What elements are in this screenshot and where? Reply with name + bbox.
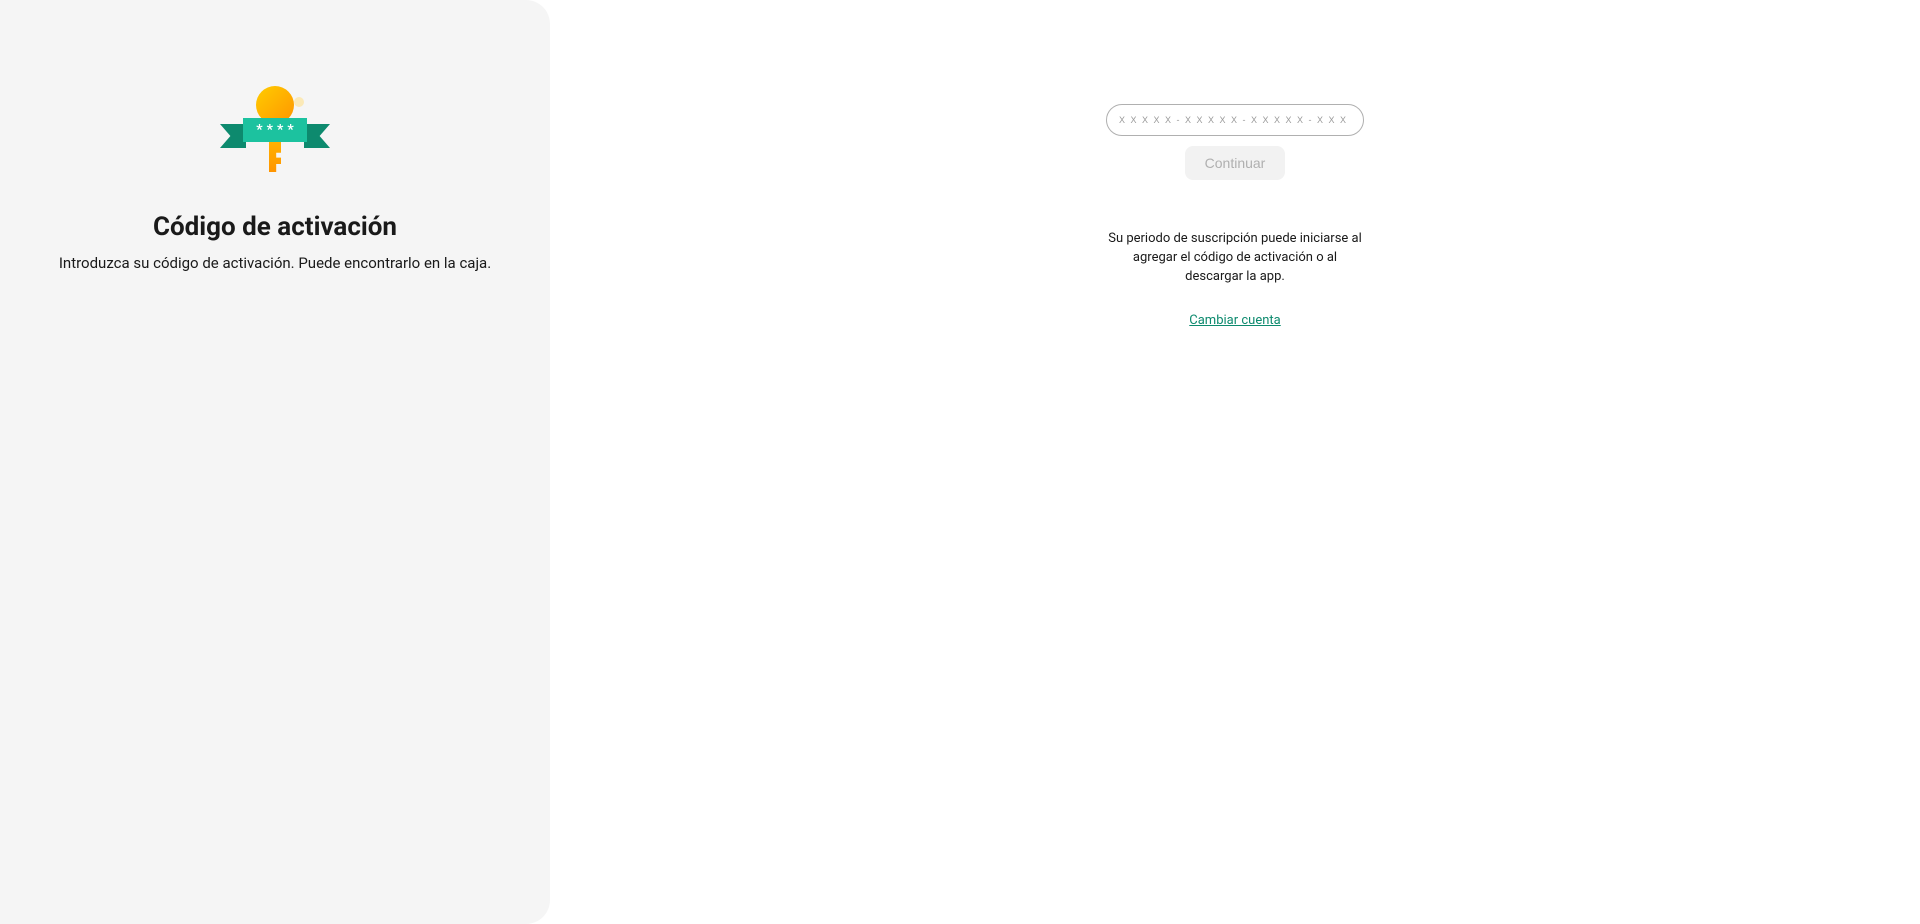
page-subtitle: Introduzca su código de activación. Pued… [59, 254, 491, 272]
page-title: Código de activación [153, 212, 397, 242]
asterisk-icon: * [256, 123, 262, 137]
key-hole-icon [294, 97, 304, 107]
ribbon-front-icon: * * * * [243, 118, 307, 142]
key-stem-icon [269, 140, 281, 172]
change-account-link[interactable]: Cambiar cuenta [1189, 313, 1280, 328]
ribbon-right-icon [304, 124, 330, 148]
asterisk-icon: * [267, 123, 273, 137]
subscription-info-text: Su periodo de suscripción puede iniciars… [1105, 230, 1365, 287]
asterisk-icon: * [277, 123, 283, 137]
info-panel: * * * * Código de activación Introduzca … [0, 0, 550, 924]
continue-button[interactable]: Continuar [1185, 146, 1285, 180]
activation-key-icon: * * * * [220, 86, 330, 176]
form-panel: Continuar Su periodo de suscripción pued… [550, 0, 1920, 924]
activation-code-input[interactable] [1106, 104, 1364, 136]
asterisk-icon: * [287, 123, 293, 137]
